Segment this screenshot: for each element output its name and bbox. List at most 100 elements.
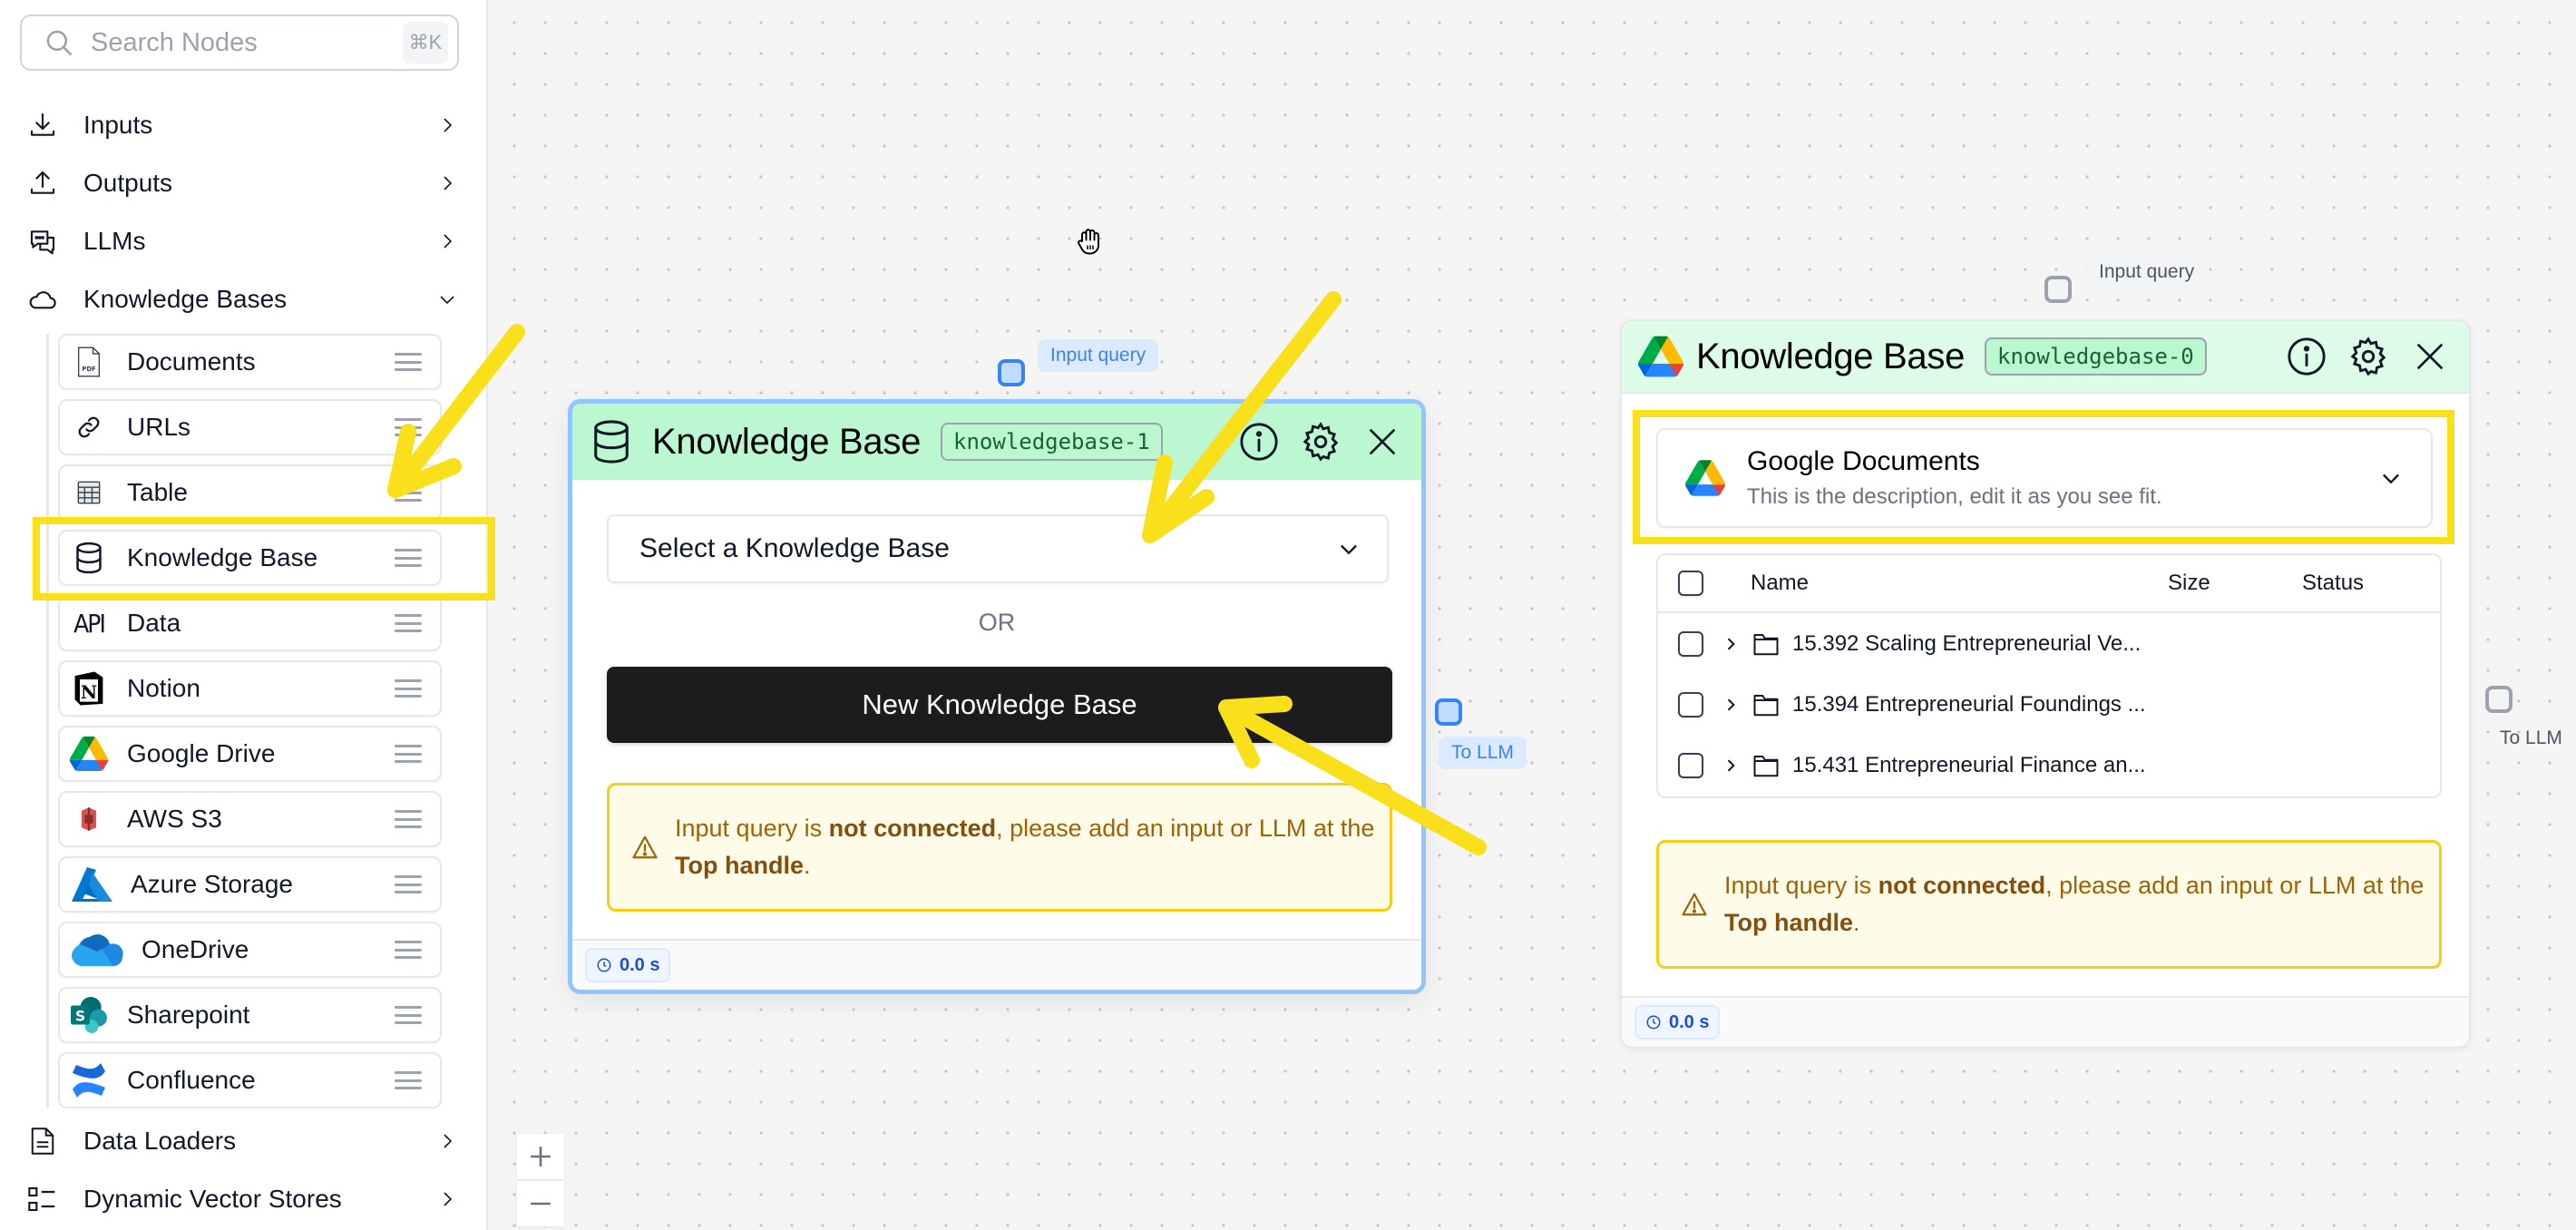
svg-text:S: S <box>75 1007 85 1024</box>
category-dynamic-vector-stores[interactable]: Dynamic Vector Stores <box>27 1174 458 1225</box>
close-button[interactable] <box>2407 334 2453 379</box>
node-item-documents[interactable]: PDF Documents <box>58 334 442 390</box>
select-all-checkbox[interactable] <box>1678 571 1703 596</box>
drag-handle-icon[interactable] <box>395 549 422 567</box>
drag-handle-icon[interactable] <box>395 875 422 893</box>
node-item-label: Data <box>127 609 181 637</box>
notion-icon: N <box>69 669 109 708</box>
aws-s3-icon <box>69 799 109 839</box>
pdf-file-icon: PDF <box>69 342 109 382</box>
drag-handle-icon[interactable] <box>395 745 422 763</box>
row-checkbox[interactable] <box>1678 630 1703 657</box>
onedrive-icon <box>69 930 125 970</box>
chat-bubbles-icon <box>27 226 58 257</box>
info-button[interactable] <box>1236 419 1282 464</box>
warning-icon <box>1682 893 1707 916</box>
download-icon <box>27 110 58 141</box>
drag-handle-icon[interactable] <box>395 941 422 959</box>
chevron-right-icon[interactable] <box>1722 635 1740 653</box>
settings-button[interactable] <box>1298 419 1343 464</box>
zoom-in-button[interactable] <box>517 1134 564 1179</box>
file-name: 15.394 Entrepreneurial Foundings ... <box>1792 691 2146 717</box>
file-name: 15.431 Entrepreneurial Finance an... <box>1792 752 2146 777</box>
node-item-knowledge-base[interactable]: Knowledge Base <box>58 530 442 586</box>
category-inputs[interactable]: Inputs <box>27 100 458 151</box>
node-header[interactable]: Knowledge Base knowledgebase-0 <box>1622 321 2469 394</box>
category-llms[interactable]: LLMs <box>27 216 458 267</box>
settings-button[interactable] <box>2346 334 2391 379</box>
node-item-label: Knowledge Base <box>127 543 318 571</box>
node-item-sharepoint[interactable]: S Sharepoint <box>58 987 442 1043</box>
subcategory-rail <box>46 334 49 1108</box>
search-nodes-input[interactable]: Search Nodes ⌘K <box>20 15 459 71</box>
category-data-loaders[interactable]: Data Loaders <box>27 1116 458 1167</box>
chevron-right-icon[interactable] <box>1722 757 1740 775</box>
chevron-right-icon <box>444 1192 453 1206</box>
plus-icon <box>531 1147 551 1167</box>
row-checkbox[interactable] <box>1678 691 1703 718</box>
category-knowledge-bases[interactable]: Knowledge Bases <box>27 274 458 325</box>
info-icon <box>1240 423 1278 461</box>
node-item-google-drive[interactable]: Google Drive <box>58 726 442 782</box>
drag-handle-icon[interactable] <box>395 1006 422 1024</box>
input-query-handle-label: Input query <box>1038 339 1159 372</box>
table-icon <box>69 473 109 512</box>
drag-handle-icon[interactable] <box>395 614 422 632</box>
clock-icon <box>1646 1015 1661 1030</box>
node-library-sidebar: Search Nodes ⌘K Inputs Outputs LLMs Know… <box>0 0 488 1230</box>
input-query-handle[interactable] <box>2044 276 2072 303</box>
node-header[interactable]: Knowledge Base knowledgebase-1 <box>572 404 1421 480</box>
minus-icon <box>531 1202 551 1206</box>
zoom-out-button[interactable] <box>517 1181 564 1226</box>
node-item-aws-s3[interactable]: AWS S3 <box>58 791 442 847</box>
info-button[interactable] <box>2284 334 2329 379</box>
close-button[interactable] <box>1360 419 1405 464</box>
to-llm-handle[interactable] <box>1435 698 1462 726</box>
zoom-controls <box>517 1134 564 1228</box>
node-item-label: URLs <box>127 413 191 441</box>
table-row[interactable]: 15.431 Entrepreneurial Finance an... <box>1658 735 2440 796</box>
node-item-confluence[interactable]: Confluence <box>58 1052 442 1108</box>
svg-text:N: N <box>81 681 97 703</box>
folder-icon <box>1753 694 1779 716</box>
table-row[interactable]: 15.392 Scaling Entrepreneurial Ve... <box>1658 613 2440 674</box>
chevron-right-icon <box>444 118 453 132</box>
node-item-notion[interactable]: N Notion <box>58 660 442 717</box>
hand-grab-icon <box>1078 229 1099 255</box>
gear-icon <box>2350 337 2386 376</box>
drag-handle-icon[interactable] <box>395 418 422 436</box>
knowledge-base-node-new[interactable]: Knowledge Base knowledgebase-1 Select a … <box>568 399 1426 994</box>
column-header-name[interactable]: Name <box>1751 571 2168 596</box>
selected-knowledge-base-dropdown[interactable]: Google Documents This is the description… <box>1656 428 2433 528</box>
node-item-label: Sharepoint <box>127 1001 250 1029</box>
chevron-down-icon <box>1341 544 1357 555</box>
node-item-label: Table <box>127 478 188 506</box>
chevron-right-icon <box>444 176 453 190</box>
node-item-label: Notion <box>127 674 200 702</box>
row-checkbox[interactable] <box>1678 752 1703 778</box>
drag-handle-icon[interactable] <box>395 353 422 371</box>
knowledge-base-node-existing[interactable]: Knowledge Base knowledgebase-0 Google Do… <box>1620 319 2471 1049</box>
node-item-urls[interactable]: URLs <box>58 399 442 455</box>
google-drive-icon <box>1638 334 1683 379</box>
category-outputs[interactable]: Outputs <box>27 158 458 209</box>
table-row[interactable]: 15.394 Entrepreneurial Foundings ... <box>1658 674 2440 735</box>
column-header-size[interactable]: Size <box>2168 571 2302 596</box>
chevron-right-icon[interactable] <box>1722 696 1740 714</box>
node-item-data[interactable]: API Data <box>58 595 442 651</box>
knowledge-base-select[interactable]: Select a Knowledge Base <box>607 514 1389 583</box>
node-item-table[interactable]: Table <box>58 464 442 521</box>
node-item-azure-storage[interactable]: Azure Storage <box>58 856 442 913</box>
column-header-status[interactable]: Status <box>2302 571 2429 596</box>
drag-handle-icon[interactable] <box>395 483 422 502</box>
new-knowledge-base-button[interactable]: New Knowledge Base <box>607 667 1392 743</box>
to-llm-handle[interactable] <box>2485 686 2513 713</box>
document-icon <box>27 1126 58 1157</box>
warning-icon <box>632 835 658 859</box>
drag-handle-icon[interactable] <box>395 679 422 698</box>
drag-handle-icon[interactable] <box>395 810 422 828</box>
drag-handle-icon[interactable] <box>395 1071 422 1089</box>
node-title: Knowledge Base <box>652 421 922 462</box>
input-query-handle[interactable] <box>998 359 1025 386</box>
node-item-onedrive[interactable]: OneDrive <box>58 922 442 978</box>
